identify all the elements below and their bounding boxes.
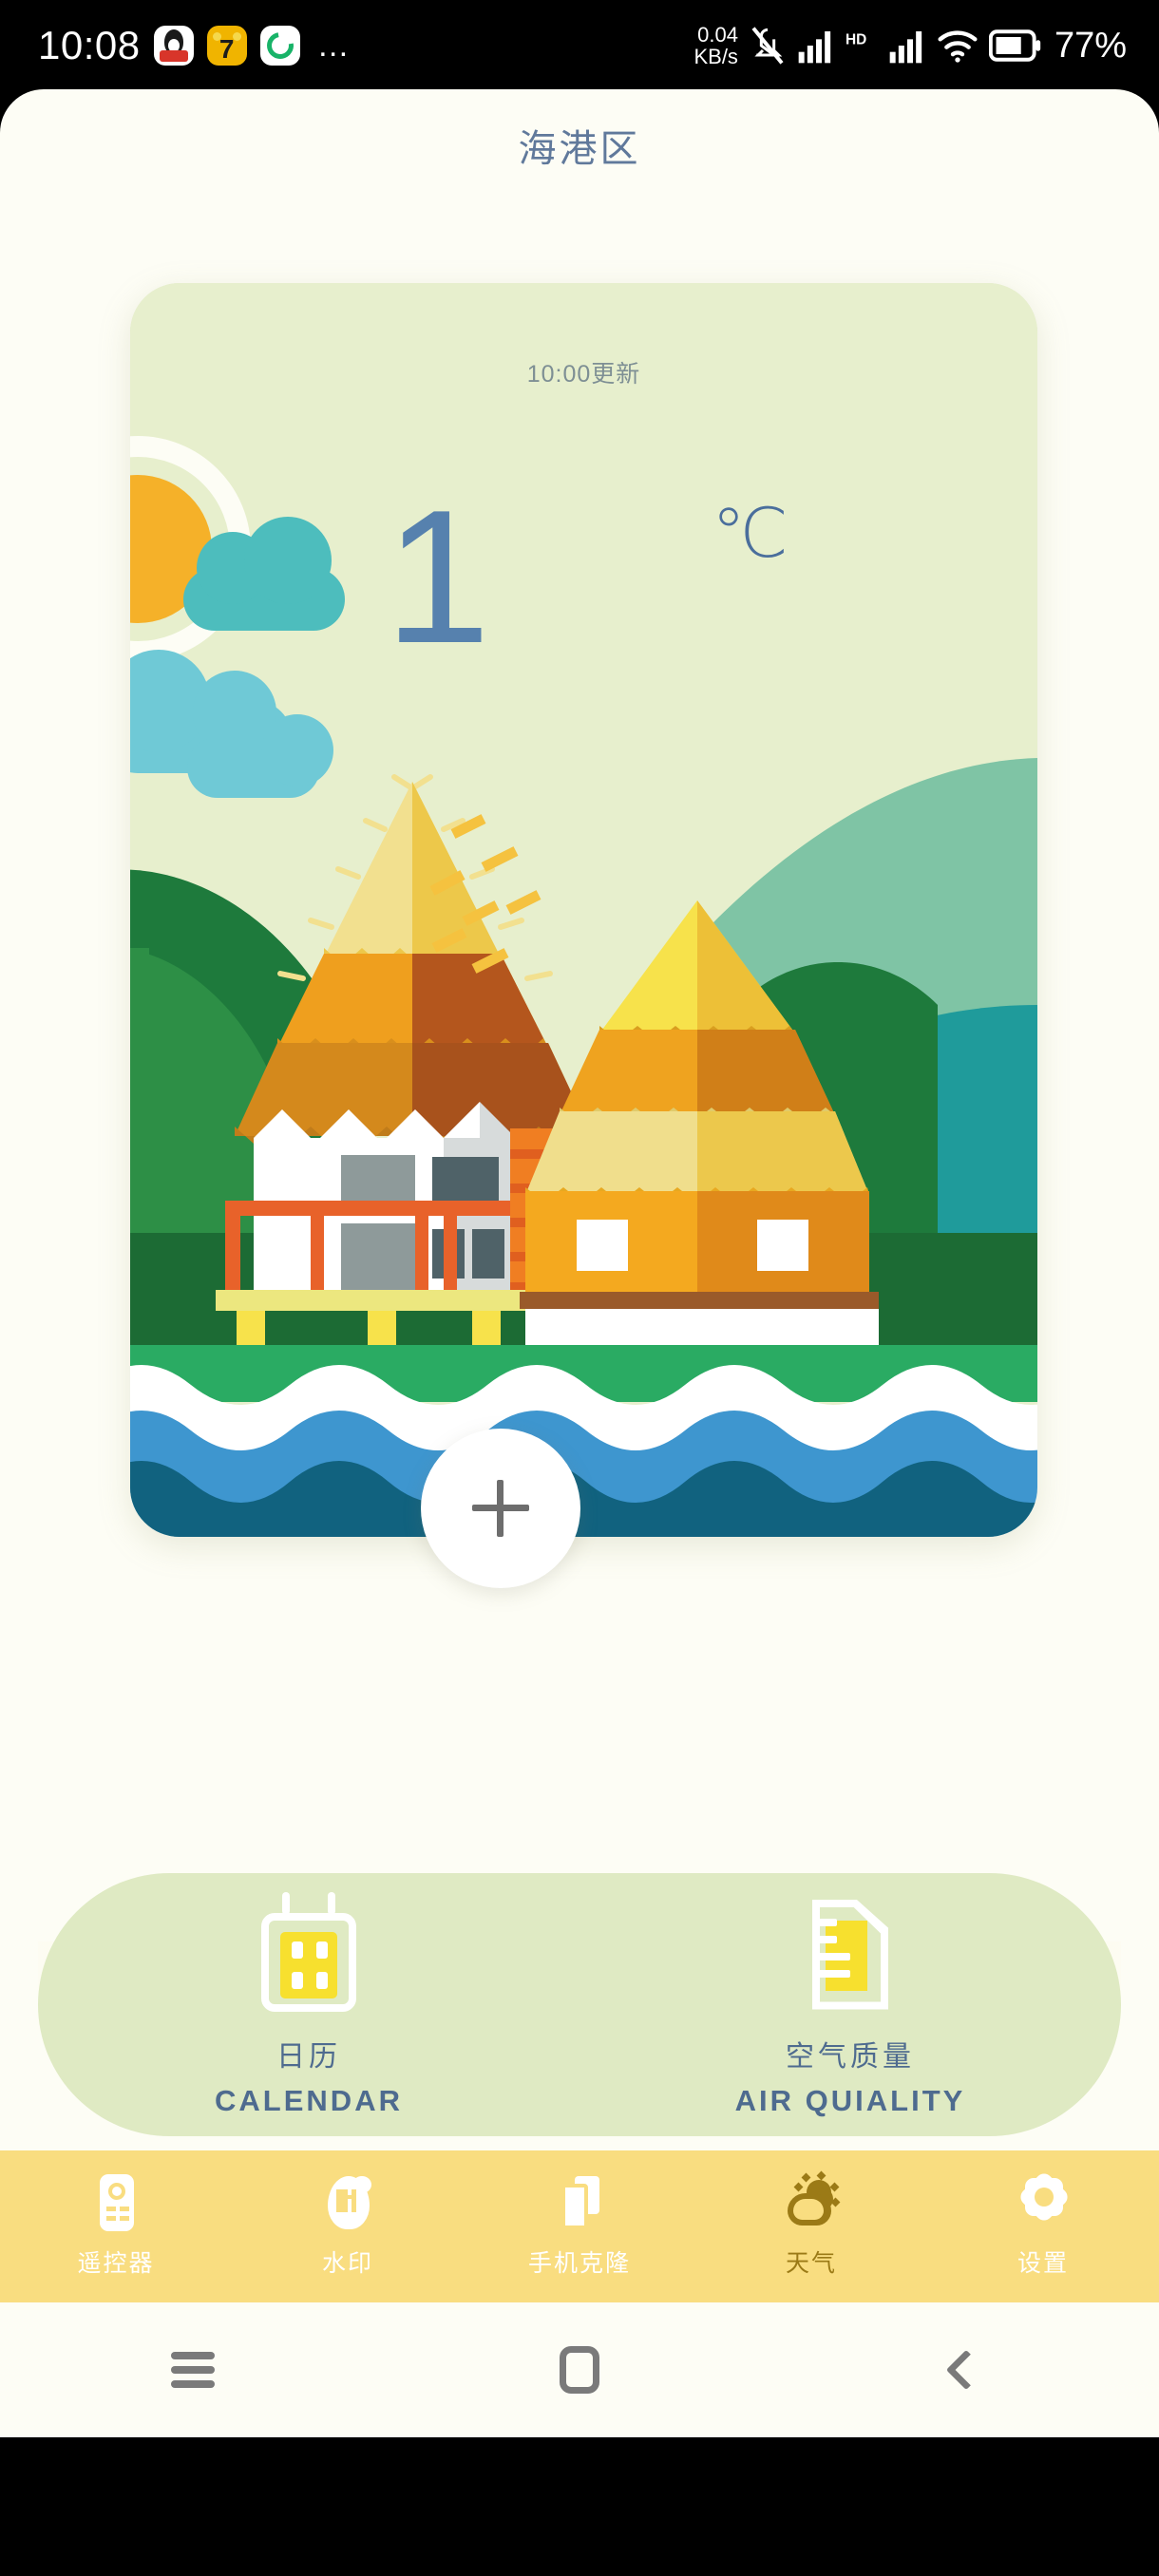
status-bar-left: 10:08 7 … <box>38 23 352 68</box>
nav-back-button[interactable] <box>772 2349 1159 2391</box>
svg-text:HD: HD <box>846 31 866 47</box>
status-bar: 10:08 7 … 0.04 KB/s HD 77% <box>0 0 1159 91</box>
tab-weather-label: 天气 <box>785 2250 837 2277</box>
network-speed-value: 0.04 <box>697 23 738 47</box>
nav-home-button[interactable] <box>387 2346 773 2394</box>
hd-icon: HD <box>846 27 878 65</box>
network-speed-unit: KB/s <box>694 45 738 68</box>
status-bar-right: 0.04 KB/s HD 77% <box>694 24 1127 67</box>
add-city-button[interactable] <box>421 1429 580 1588</box>
shortcut-air-quality-label-en: AIR QUIALITY <box>734 2083 966 2117</box>
mute-icon <box>749 25 787 66</box>
signal-1-icon <box>797 27 835 65</box>
shortcut-air-quality[interactable]: 空气质量 AIR QUIALITY <box>708 1892 993 2118</box>
tab-settings[interactable]: 设置 <box>927 2169 1159 2279</box>
wifi-icon <box>937 27 978 65</box>
network-speed: 0.04 KB/s <box>694 24 737 67</box>
page-title: 海港区 <box>518 128 641 170</box>
weather-illustration <box>130 283 1037 1537</box>
update-time-label: 10:00更新 <box>526 361 641 388</box>
temperature-value: 1 <box>385 471 491 683</box>
shortcut-air-quality-label-cn: 空气质量 <box>786 2040 915 2073</box>
remote-control-icon <box>90 2174 142 2231</box>
spiral-icon <box>259 26 300 66</box>
overflow-dots-icon: … <box>316 28 352 64</box>
calendar-icon <box>254 1891 364 2012</box>
tab-phone-clone-label: 手机克隆 <box>527 2250 631 2277</box>
weather-card[interactable]: 10:00更新 1 ℃ <box>130 283 1037 1537</box>
qq-icon <box>153 26 194 66</box>
shortcut-calendar-label-en: CALENDAR <box>215 2083 403 2117</box>
temperature-unit: ℃ <box>712 496 788 572</box>
document-icon <box>795 1892 905 2012</box>
shortcuts-card: 日历 CALENDAR 空气质量 AIR QUIALITY <box>38 1873 1121 2136</box>
status-clock: 10:08 <box>38 23 141 67</box>
settings-gear-icon <box>1016 2169 1072 2231</box>
app-header: 海港区 <box>0 89 1159 201</box>
signal-2-icon <box>888 27 926 65</box>
nav-recents-button[interactable] <box>0 2345 387 2395</box>
tab-remote-control-label: 遥控器 <box>77 2250 155 2277</box>
android-navigation-bar <box>0 2302 1159 2437</box>
battery-icon <box>988 28 1042 63</box>
shortcut-calendar[interactable]: 日历 CALENDAR <box>166 1891 451 2118</box>
shortcut-calendar-label-cn: 日历 <box>276 2040 341 2073</box>
plus-icon <box>472 1480 529 1537</box>
tab-watermark[interactable]: 水印 <box>232 2174 464 2279</box>
tab-phone-clone[interactable]: 手机克隆 <box>464 2174 695 2279</box>
phone-clone-icon <box>554 2174 605 2231</box>
app-screen: 海港区 10:00更新 1 ℃ 日历 CALENDAR 空气质量 AIR QUI… <box>0 89 1159 2437</box>
tab-watermark-label: 水印 <box>321 2250 373 2277</box>
tab-settings-label: 设置 <box>1016 2250 1069 2277</box>
home-icon <box>560 2346 599 2394</box>
cat7-icon: 7 <box>206 26 247 66</box>
weather-icon <box>786 2170 841 2231</box>
back-icon <box>945 2349 986 2391</box>
tab-remote-control[interactable]: 遥控器 <box>0 2174 232 2279</box>
battery-percent: 77% <box>1054 25 1127 66</box>
menu-icon <box>171 2345 216 2395</box>
bottom-tabbar: 遥控器 水印 手机克隆 天气 设置 <box>0 2150 1159 2302</box>
watermark-icon <box>322 2174 373 2231</box>
tab-weather[interactable]: 天气 <box>695 2170 927 2279</box>
